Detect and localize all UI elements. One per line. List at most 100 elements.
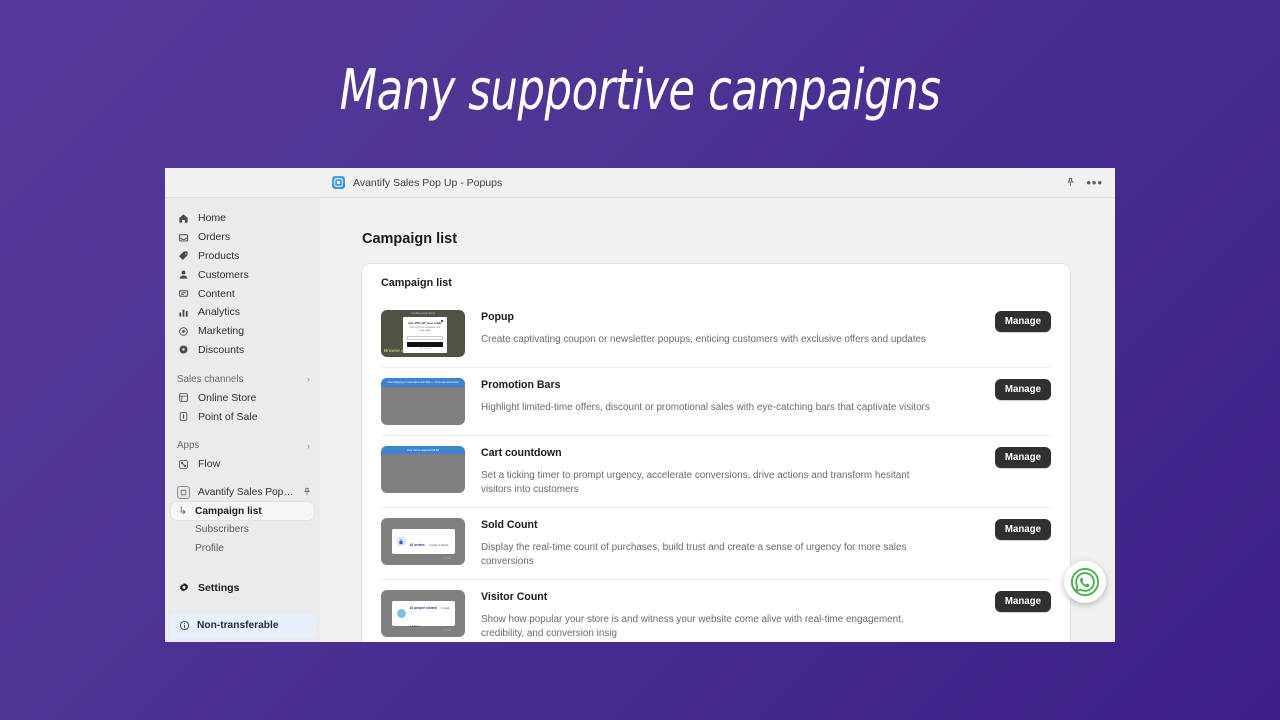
non-transferable-banner[interactable]: Non-transferable — [169, 613, 316, 638]
campaign-row-visitor-count[interactable]: 16 people visited in last 1 hours Avanti… — [381, 580, 1051, 642]
thumb-bar-text: Free shipping on all orders over $50 — s… — [381, 378, 465, 387]
content-icon — [177, 287, 190, 300]
app-icon — [177, 485, 190, 499]
sidebar-item-orders[interactable]: Orders — [165, 228, 320, 247]
sidebar-item-campaign-list[interactable]: ↳ Campaign list — [171, 501, 314, 521]
campaign-text: Promotion Bars Highlight limited-time of… — [481, 378, 979, 415]
manage-button[interactable]: Manage — [994, 311, 1051, 332]
sidebar: Home Orders Products Customers Content A… — [165, 198, 320, 642]
manage-button[interactable]: Manage — [994, 519, 1051, 540]
sidebar-label: Subscribers — [195, 524, 249, 536]
orders-inbox-icon — [177, 231, 190, 244]
sidebar-label: Orders — [198, 231, 231, 244]
sidebar-label: Discounts — [198, 343, 245, 356]
elbow-arrow-icon: ↳ — [178, 505, 188, 517]
sidebar-label: Online Store — [198, 391, 257, 404]
manage-button[interactable]: Manage — [994, 591, 1051, 612]
sidebar-label: Content — [198, 287, 235, 300]
main-content: Campaign list Campaign list monthly popu… — [320, 198, 1115, 642]
sidebar-item-online-store[interactable]: Online Store — [165, 388, 320, 407]
pin-icon[interactable] — [302, 487, 312, 497]
sidebar-item-discounts[interactable]: Discounts — [165, 341, 320, 360]
sidebar-section-sales-channels[interactable]: Sales channels › — [165, 370, 320, 388]
thumb-modal-input — [407, 335, 443, 340]
app-title: Avantify Sales Pop Up - Popups — [353, 176, 503, 189]
whatsapp-chat-button[interactable] — [1064, 561, 1106, 603]
sidebar-item-marketing[interactable]: Marketing — [165, 322, 320, 341]
sidebar-item-subscribers[interactable]: Subscribers — [171, 520, 314, 539]
sidebar-label: Customers — [198, 268, 249, 281]
sidebar-item-home[interactable]: Home — [165, 209, 320, 228]
campaign-row-cart-countdown[interactable]: Your cart is reserved 09:52 Cart countdo… — [381, 436, 1051, 508]
campaign-thumbnail: Free shipping on all orders over $50 — s… — [381, 378, 465, 425]
app-grid-icon — [332, 176, 345, 189]
sidebar-item-point-of-sale[interactable]: Point of Sale — [165, 407, 320, 426]
campaign-name: Popup — [481, 311, 514, 323]
sidebar-label: Campaign list — [195, 505, 262, 517]
window-body: Home Orders Products Customers Content A… — [165, 198, 1115, 642]
thumb-notif-line2: in last 1 hours — [429, 542, 449, 547]
page-headline: Many supportive campaigns — [339, 58, 941, 123]
campaign-description: Show how popular your store is and witne… — [481, 614, 904, 639]
point-of-sale-icon — [177, 410, 190, 423]
thumb-notification-text: 16 orders in last 1 hours — [410, 533, 449, 551]
flow-icon — [177, 458, 190, 471]
manage-button[interactable]: Manage — [994, 379, 1051, 400]
thumb-notif-line1: 16 orders — [409, 542, 425, 547]
sidebar-item-content[interactable]: Content — [165, 284, 320, 303]
sidebar-section-apps[interactable]: Apps › — [165, 437, 320, 455]
sidebar-label: Marketing — [198, 325, 245, 338]
thumb-modal-footer: No, thanks — [420, 348, 430, 350]
info-circle-icon — [179, 620, 190, 631]
campaign-description: Highlight limited-time offers, discount … — [481, 402, 930, 413]
thumb-modal-button — [407, 341, 443, 347]
installed-app-name: Avantify Sales Pop Up... — [198, 486, 294, 498]
customer-person-icon — [177, 268, 190, 281]
close-icon — [441, 320, 443, 322]
thumb-notification-text: 16 people visited in last 1 hours — [410, 596, 450, 632]
campaign-description: Create captivating coupon or newsletter … — [481, 334, 926, 345]
sidebar-item-analytics[interactable]: Analytics — [165, 303, 320, 322]
campaign-list-card: Campaign list monthly popup demo Browse … — [362, 264, 1070, 642]
whatsapp-icon — [1070, 567, 1100, 597]
more-horizontal-icon[interactable]: ••• — [1086, 176, 1103, 189]
thumb-header-text: monthly popup demo — [410, 312, 436, 315]
sidebar-label: Analytics — [198, 306, 241, 319]
campaign-description: Display the real-time count of purchases… — [481, 542, 907, 567]
sidebar-label: Flow — [198, 458, 221, 471]
card-title: Campaign list — [381, 277, 452, 289]
top-bar: Avantify Sales Pop Up - Popups ••• — [165, 168, 1115, 198]
sidebar-item-settings[interactable]: Settings — [165, 578, 320, 598]
campaign-name: Visitor Count — [481, 591, 548, 603]
analytics-bars-icon — [177, 306, 190, 319]
sidebar-label: Point of Sale — [198, 410, 258, 423]
sidebar-item-installed-app[interactable]: Avantify Sales Pop Up... — [165, 483, 320, 502]
app-window: Avantify Sales Pop Up - Popups ••• Home — [165, 168, 1115, 642]
campaign-thumbnail: 16 people visited in last 1 hours Avanti… — [381, 590, 465, 637]
sidebar-label: Settings — [198, 582, 240, 594]
manage-button[interactable]: Manage — [994, 447, 1051, 468]
page-title: Campaign list — [362, 231, 458, 247]
top-bar-actions: ••• — [1065, 176, 1103, 189]
thumb-modal-subtitle: Sign up for our newsletter and save toda… — [409, 327, 441, 332]
sidebar-item-customers[interactable]: Customers — [165, 265, 320, 284]
thumb-modal: Get 15% off your order Sign up for our n… — [403, 317, 447, 353]
marketing-target-icon — [177, 325, 190, 338]
chevron-right-icon: › — [307, 440, 310, 451]
campaign-row-promotion-bars[interactable]: Free shipping on all orders over $50 — s… — [381, 368, 1051, 436]
campaign-text: Sold Count Display the real-time count o… — [481, 518, 979, 569]
sidebar-item-flow[interactable]: Flow — [165, 455, 320, 474]
campaign-row-sold-count[interactable]: 16 orders in last 1 hours Avantify Sold … — [381, 508, 1051, 580]
section-label: Sales channels — [177, 373, 244, 385]
campaign-name: Sold Count — [481, 519, 538, 531]
sidebar-label: Home — [198, 212, 227, 225]
sidebar-label: Products — [198, 249, 240, 262]
campaign-row-popup[interactable]: monthly popup demo Browse our latest pro… — [381, 300, 1051, 368]
sidebar-item-profile[interactable]: Profile — [171, 539, 314, 558]
thumb-notification: 16 orders in last 1 hours Avantify — [391, 529, 455, 560]
discount-icon — [177, 343, 190, 356]
thumb-notification: 16 people visited in last 1 hours Avanti… — [391, 601, 455, 632]
pin-icon[interactable] — [1065, 177, 1076, 188]
sidebar-item-products[interactable]: Products — [165, 247, 320, 266]
